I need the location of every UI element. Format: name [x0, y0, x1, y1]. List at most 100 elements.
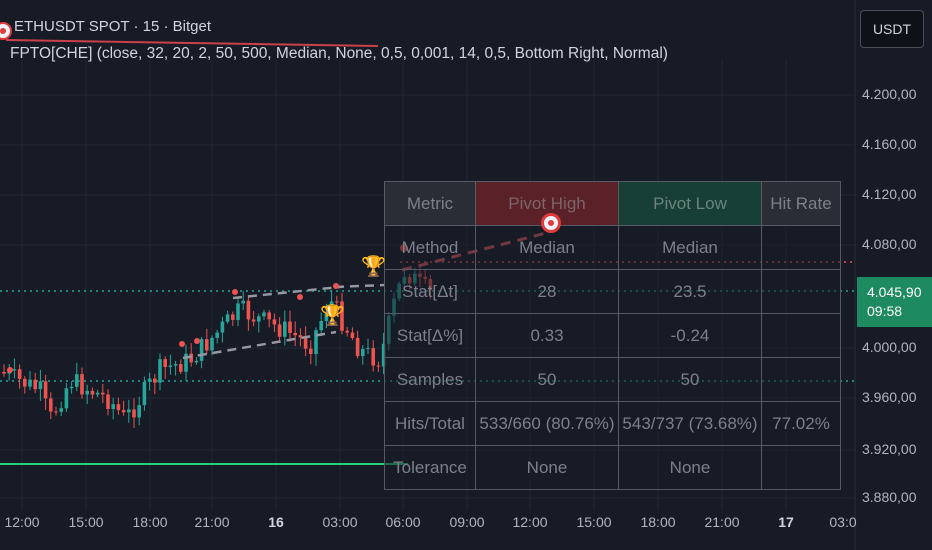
candle-body	[64, 388, 69, 409]
candle-body	[267, 312, 271, 320]
header-hit-rate: Hit Rate	[761, 181, 841, 226]
candle-body	[376, 365, 381, 367]
candle-body	[350, 332, 355, 338]
candle-body	[23, 378, 27, 387]
trophy-icon: 🏆	[320, 305, 345, 327]
candle-body	[17, 369, 22, 379]
cell-pivot-low: 50	[618, 357, 762, 402]
candle-body	[272, 319, 277, 325]
candle-body	[75, 374, 79, 387]
candle-body	[173, 364, 178, 366]
cell-pivot-low: None	[618, 445, 762, 490]
target-marker-icon	[541, 213, 561, 233]
time-label: 03:0	[829, 514, 857, 530]
candle-body	[283, 321, 287, 337]
header-pivot-low: Pivot Low	[618, 181, 762, 226]
indicator-title[interactable]: FPTO[CHE] (close, 32, 20, 2, 50, 500, Me…	[10, 45, 668, 63]
current-price: 4.045,90	[867, 284, 922, 300]
candle-body	[95, 392, 100, 395]
candle-body	[28, 379, 32, 387]
candle-body	[54, 411, 58, 413]
table-row: Stat[Δt] 28 23.5	[384, 269, 841, 314]
table-row: Method Median Median	[384, 225, 841, 270]
candle-body	[69, 386, 74, 389]
price-label: 4.120,00	[862, 186, 917, 202]
cell-pivot-low: 543/737 (73.68%)	[618, 401, 762, 446]
time-label-day: 16	[268, 514, 284, 530]
candle-body	[262, 312, 266, 317]
price-label: 3.960,00	[862, 389, 917, 405]
time-label: 15:00	[576, 514, 612, 530]
time-label: 21:00	[704, 514, 740, 530]
pivot-dots	[7, 244, 408, 373]
price-label: 4.000,00	[862, 339, 917, 355]
symbol-title[interactable]: ETHUSDT SPOT · 15 · Bitget	[14, 18, 211, 35]
currency-button[interactable]: USDT	[860, 10, 924, 48]
time-label: 09:00	[449, 514, 485, 530]
table-row: Tolerance None None	[384, 445, 841, 490]
candle-body	[59, 408, 63, 412]
candle-body	[168, 365, 173, 367]
time-label: 12:00	[512, 514, 548, 530]
candle-body	[241, 300, 245, 304]
candle-body	[199, 339, 204, 361]
header-metric: Metric	[384, 181, 476, 226]
time-label: 18:00	[640, 514, 676, 530]
stats-header-row: Metric Pivot High Pivot Low Hit Rate	[384, 181, 841, 226]
candle-body	[179, 364, 183, 372]
candle-body	[251, 319, 256, 322]
candle-body	[33, 379, 37, 390]
candle-body	[43, 381, 48, 399]
trophy-icon: 🏆	[361, 256, 386, 278]
table-row: Samples 50 50	[384, 357, 841, 402]
cell-hit-rate	[761, 357, 841, 402]
candle-body	[163, 359, 167, 367]
candlesticks	[2, 264, 433, 429]
candle-body	[38, 381, 43, 390]
candle-body	[2, 372, 6, 374]
row-label: Tolerance	[384, 445, 476, 490]
cell-hit-rate: 77.02%	[761, 401, 841, 446]
cell-pivot-low: 23.5	[618, 269, 762, 314]
cell-pivot-low: -0.24	[618, 313, 762, 358]
price-label: 4.200,00	[862, 86, 917, 102]
cell-hit-rate	[761, 269, 841, 314]
candle-body	[111, 404, 115, 410]
candle-body	[225, 314, 230, 322]
row-label: Samples	[384, 357, 476, 402]
candle-body	[116, 404, 121, 411]
cell-pivot-high: 533/660 (80.76%)	[475, 401, 619, 446]
candle-body	[132, 409, 136, 418]
cell-pivot-high: 28	[475, 269, 619, 314]
cell-hit-rate	[761, 313, 841, 358]
candle-body	[137, 405, 141, 418]
price-label: 4.160,00	[862, 136, 917, 152]
candle-body	[12, 369, 17, 371]
candle-body	[49, 398, 53, 412]
cell-pivot-high: None	[475, 445, 619, 490]
candle-body	[345, 330, 349, 333]
candle-body	[361, 348, 365, 357]
time-label-day: 17	[778, 514, 794, 530]
price-label: 4.080,00	[862, 236, 917, 252]
bar-countdown: 09:58	[867, 303, 903, 319]
cell-hit-rate	[761, 225, 841, 270]
candle-body	[142, 381, 147, 406]
candle-body	[121, 410, 126, 413]
cell-pivot-high: 50	[475, 357, 619, 402]
candle-body	[210, 337, 214, 351]
candle-body	[215, 332, 219, 338]
row-label: Stat[Δ%]	[384, 313, 476, 358]
time-label: 06:00	[385, 514, 421, 530]
candle-body	[147, 378, 152, 382]
candle-body	[257, 316, 261, 322]
candle-body	[220, 321, 225, 333]
candle-body	[355, 337, 360, 357]
row-label: Method	[384, 225, 476, 270]
candle-body	[205, 339, 209, 351]
candle-body	[231, 314, 235, 320]
candle-body	[293, 332, 297, 336]
candle-body	[303, 337, 308, 349]
time-label: 21:00	[194, 514, 230, 530]
candle-body	[106, 394, 110, 410]
